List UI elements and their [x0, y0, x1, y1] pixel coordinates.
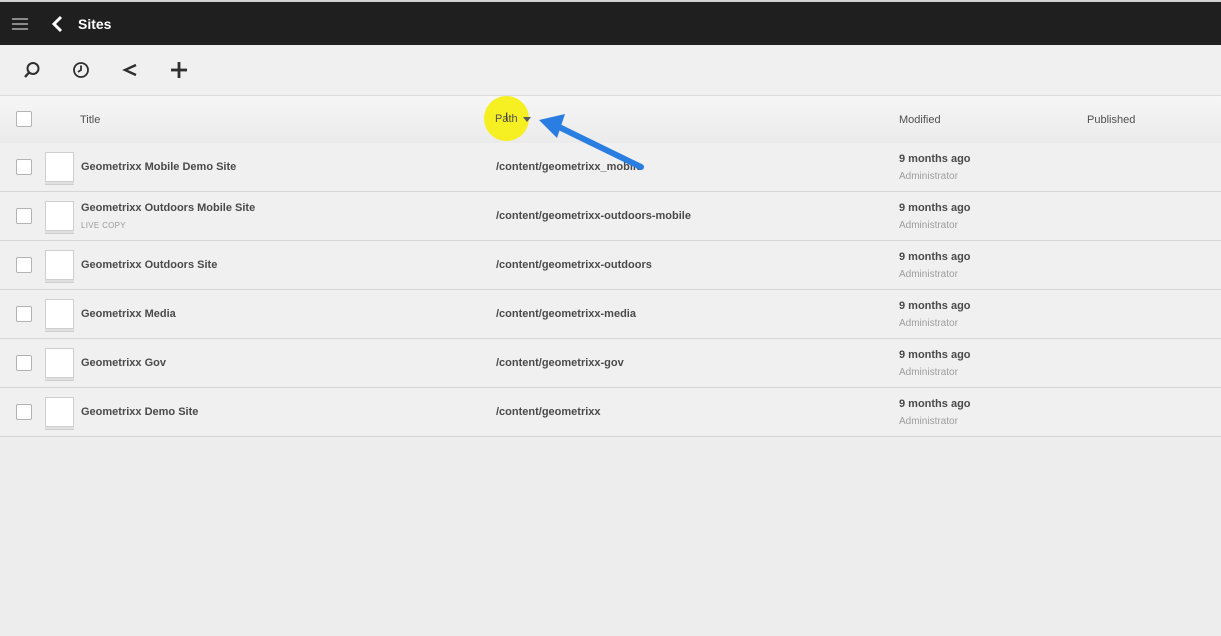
hamburger-menu-icon [12, 17, 28, 30]
row-path: /content/geometrixx [496, 406, 601, 418]
column-header-published[interactable]: Published [1087, 114, 1135, 126]
row-path: /content/geometrixx-media [496, 308, 636, 320]
row-checkbox[interactable] [16, 208, 32, 224]
create-button[interactable] [159, 50, 199, 90]
page-thumbnail [45, 152, 74, 182]
page-title: Sites [78, 15, 112, 32]
page-thumbnail [45, 299, 74, 329]
row-title[interactable]: Geometrixx Outdoors Mobile Site [81, 202, 255, 214]
column-header-title[interactable]: Title [80, 114, 100, 126]
row-modified: 9 months ago [899, 300, 971, 312]
table-row[interactable]: Geometrixx Demo Site /content/geometrixx… [0, 388, 1221, 437]
text-cursor-icon: I [505, 110, 509, 124]
row-path: /content/geometrixx-outdoors [496, 259, 652, 271]
action-toolbar [0, 45, 1221, 95]
row-checkbox[interactable] [16, 257, 32, 273]
page-thumbnail [45, 348, 74, 378]
row-modified-by: Administrator [899, 171, 958, 182]
search-icon [24, 62, 40, 78]
back-button[interactable] [40, 2, 74, 45]
row-path: /content/geometrixx-gov [496, 357, 624, 369]
column-header-modified[interactable]: Modified [899, 114, 941, 126]
row-modified: 9 months ago [899, 349, 971, 361]
clock-icon [73, 62, 89, 78]
sort-dropdown-icon[interactable] [523, 117, 531, 122]
table-row[interactable]: Geometrixx Media /content/geometrixx-med… [0, 290, 1221, 339]
plus-icon [171, 62, 187, 78]
row-checkbox[interactable] [16, 404, 32, 420]
row-modified: 9 months ago [899, 251, 971, 263]
row-modified: 9 months ago [899, 398, 971, 410]
row-title[interactable]: Geometrixx Mobile Demo Site [81, 161, 236, 173]
row-title[interactable]: Geometrixx Outdoors Site [81, 259, 217, 271]
row-title[interactable]: Geometrixx Media [81, 308, 176, 320]
row-title[interactable]: Geometrixx Gov [81, 357, 166, 369]
row-checkbox[interactable] [16, 355, 32, 371]
table-row[interactable]: Geometrixx Gov /content/geometrixx-gov 9… [0, 339, 1221, 388]
row-modified-by: Administrator [899, 416, 958, 427]
share-icon [122, 63, 137, 77]
table-row[interactable]: Geometrixx Outdoors Mobile Site LIVE COP… [0, 192, 1221, 241]
table-row[interactable]: Geometrixx Outdoors Site /content/geomet… [0, 241, 1221, 290]
row-modified: 9 months ago [899, 202, 971, 214]
top-bar: Sites [0, 0, 1221, 45]
row-modified-by: Administrator [899, 367, 958, 378]
page-thumbnail [45, 397, 74, 427]
page-thumbnail [45, 250, 74, 280]
row-modified-by: Administrator [899, 269, 958, 280]
chevron-left-icon [51, 15, 63, 32]
row-modified: 9 months ago [899, 153, 971, 165]
annotation-arrow-icon [539, 114, 644, 170]
row-checkbox[interactable] [16, 159, 32, 175]
row-checkbox[interactable] [16, 306, 32, 322]
menu-button[interactable] [0, 2, 40, 45]
timeline-button[interactable] [61, 50, 101, 90]
live-copy-label: LIVE COPY [81, 221, 126, 230]
row-modified-by: Administrator [899, 318, 958, 329]
search-button[interactable] [12, 50, 52, 90]
row-title[interactable]: Geometrixx Demo Site [81, 406, 198, 418]
sites-list: Geometrixx Mobile Demo Site /content/geo… [0, 143, 1221, 437]
share-button[interactable] [110, 50, 150, 90]
select-all-checkbox[interactable] [16, 111, 32, 127]
page-thumbnail [45, 201, 74, 231]
row-path: /content/geometrixx-outdoors-mobile [496, 210, 691, 222]
row-modified-by: Administrator [899, 220, 958, 231]
